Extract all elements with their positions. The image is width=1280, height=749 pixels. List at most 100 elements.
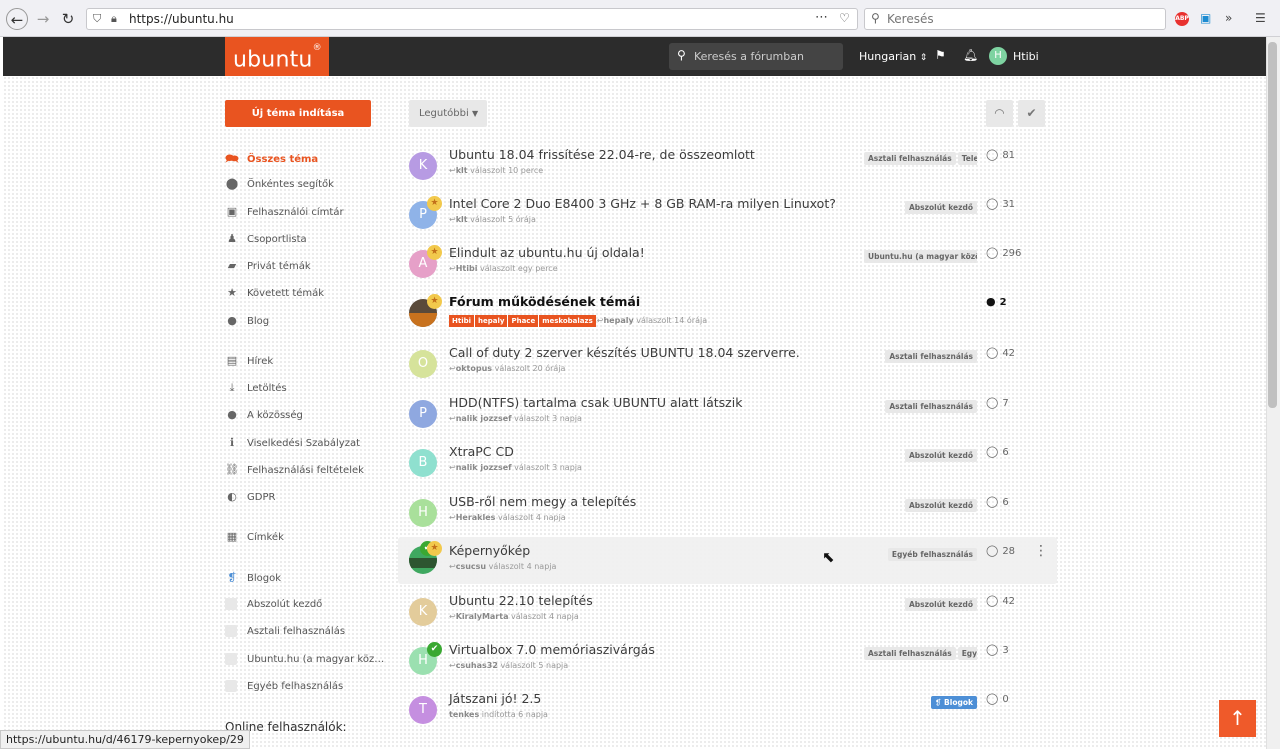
tag-badge[interactable]: Telepít bbox=[957, 152, 977, 165]
topic-title[interactable]: Elindult az ubuntu.hu új oldala! bbox=[449, 245, 645, 260]
adblock-icon[interactable]: ABP bbox=[1175, 12, 1189, 26]
nav-community[interactable]: ● A közösség bbox=[225, 408, 303, 424]
new-topic-button[interactable]: Új téma indítása bbox=[225, 100, 371, 127]
topic-title[interactable]: USB-ről nem megy a telepítés bbox=[449, 494, 636, 509]
overflow-chevron-icon[interactable]: » bbox=[1225, 11, 1232, 25]
topic-row[interactable]: H USB-ről nem megy a telepítés ↩Herakles… bbox=[398, 494, 1057, 540]
topic-title[interactable]: Ubuntu 22.10 telepítés bbox=[449, 593, 593, 608]
nav-groups[interactable]: ♟ Csoportlista bbox=[225, 232, 307, 248]
url-bar[interactable]: ⛉ 🔒︎ https://ubuntu.hu ⋯ ♡ bbox=[86, 8, 858, 30]
topic-user[interactable]: klt bbox=[456, 215, 468, 224]
user-tag[interactable]: meskobalazs bbox=[539, 315, 596, 327]
nav-tag-beginner[interactable]: Abszolút kezdő bbox=[225, 598, 322, 614]
author-avatar[interactable]: K bbox=[409, 152, 437, 180]
author-avatar[interactable]: O bbox=[409, 350, 437, 378]
forum-search-input[interactable]: ⚲ Keresés a fórumban bbox=[669, 43, 843, 70]
nav-tag-other[interactable]: Egyéb felhasználás bbox=[225, 680, 343, 696]
tag-badge[interactable]: Asztali felhasználás bbox=[864, 647, 956, 660]
nav-blogs[interactable]: ❡ Blogok bbox=[225, 571, 281, 587]
nav-blog[interactable]: ● Blog bbox=[225, 314, 269, 330]
author-avatar[interactable]: P bbox=[409, 400, 437, 428]
sort-dropdown[interactable]: Legutóbbi ▼ bbox=[409, 100, 487, 127]
scrollbar-thumb[interactable] bbox=[1268, 42, 1277, 408]
topic-row[interactable]: K Ubuntu 18.04 frissítése 22.04-re, de ö… bbox=[398, 147, 1057, 193]
author-avatar[interactable]: B bbox=[409, 449, 437, 477]
topic-title[interactable]: Képernyőkép bbox=[449, 543, 530, 558]
topic-row[interactable]: ★ Fórum működésének témái Htibi hepaly Pha… bbox=[398, 294, 1057, 340]
topic-user[interactable]: hepaly bbox=[603, 316, 633, 325]
topic-title[interactable]: Intel Core 2 Duo E8400 3 GHz + 8 GB RAM-… bbox=[449, 196, 836, 211]
more-options-icon[interactable]: ⋮ bbox=[1034, 543, 1048, 559]
username[interactable]: Htibi bbox=[1013, 50, 1039, 63]
topic-title[interactable]: Virtualbox 7.0 memóriaszivárgás bbox=[449, 642, 655, 657]
topic-user[interactable]: tenkes bbox=[449, 710, 479, 719]
topic-row[interactable]: P HDD(NTFS) tartalma csak UBUNTU alatt l… bbox=[398, 395, 1057, 441]
topic-title[interactable]: Fórum működésének témái bbox=[449, 294, 640, 309]
back-icon[interactable]: ← bbox=[6, 8, 28, 30]
topic-user[interactable]: nalik jozzsef bbox=[456, 463, 512, 472]
topic-row[interactable]: ✔ ★ Képernyőkép ↩csucsu válaszolt 4 napj… bbox=[398, 537, 1057, 584]
user-tag[interactable]: Phace bbox=[508, 315, 539, 327]
tag-badge[interactable]: Abszolút kezdő bbox=[904, 449, 977, 462]
user-tag[interactable]: hepaly bbox=[475, 315, 508, 327]
topic-user[interactable]: Herakles bbox=[456, 513, 496, 522]
back-to-top-button[interactable]: ↑ bbox=[1219, 700, 1256, 737]
nav-all-topics[interactable]: 🗪︎ Összes téma bbox=[225, 150, 318, 166]
topic-title[interactable]: HDD(NTFS) tartalma csak UBUNTU alatt lát… bbox=[449, 395, 742, 410]
topic-title[interactable]: Call of duty 2 szerver készítés UBUNTU 1… bbox=[449, 345, 800, 360]
nav-gdpr[interactable]: ◐ GDPR bbox=[225, 490, 275, 506]
nav-tags[interactable]: ▦ Címkék bbox=[225, 530, 284, 546]
tag-badge[interactable]: Egyéb f bbox=[957, 647, 977, 660]
tag-badge[interactable]: Egyéb felhasználás bbox=[887, 548, 977, 561]
nav-terms[interactable]: ⛓ Felhasználási feltételek bbox=[225, 463, 364, 479]
user-tag[interactable]: Htibi bbox=[449, 315, 475, 327]
menu-icon[interactable]: ☰ bbox=[1255, 11, 1266, 25]
user-avatar[interactable]: H bbox=[989, 47, 1007, 65]
topic-row[interactable]: O Call of duty 2 szerver készítés UBUNTU… bbox=[398, 345, 1057, 391]
topic-title[interactable]: XtraPC CD bbox=[449, 444, 514, 459]
topic-title[interactable]: Ubuntu 18.04 frissítése 22.04-re, de öss… bbox=[449, 147, 755, 162]
author-avatar[interactable]: H bbox=[409, 499, 437, 527]
forward-icon[interactable]: → bbox=[32, 8, 54, 30]
topic-user[interactable]: oktopus bbox=[456, 364, 492, 373]
author-avatar[interactable]: T bbox=[409, 696, 437, 724]
topic-user[interactable]: KiralyMarta bbox=[456, 612, 509, 621]
topic-user[interactable]: nalik jozzsef bbox=[456, 414, 512, 423]
topic-row[interactable]: H ✔ Virtualbox 7.0 memóriaszivárgás ↩csu… bbox=[398, 642, 1057, 688]
tag-badge[interactable]: Abszolút kezdő bbox=[904, 499, 977, 512]
topic-row[interactable]: B XtraPC CD ↩nalik jozzsef válaszolt 3 n… bbox=[398, 444, 1057, 490]
topic-row[interactable]: K Ubuntu 22.10 telepítés ↩KiralyMarta vá… bbox=[398, 593, 1057, 639]
topic-user[interactable]: csucsu bbox=[456, 562, 486, 571]
reload-icon[interactable]: ↻ bbox=[57, 8, 79, 30]
mark-all-read-button[interactable]: ✔ bbox=[1018, 100, 1045, 127]
tag-badge[interactable]: Ubuntu.hu (a magyar közösség bbox=[864, 250, 977, 263]
nav-download[interactable]: ⤓ Letöltés bbox=[225, 381, 287, 397]
nav-volunteers[interactable]: ⬤ Önkéntes segítők bbox=[225, 177, 334, 193]
rss-button[interactable]: ◠ bbox=[986, 100, 1013, 127]
topic-user[interactable]: klt bbox=[456, 166, 468, 175]
tag-badge[interactable]: Abszolút kezdő bbox=[904, 201, 977, 214]
topic-user[interactable]: Htibi bbox=[456, 264, 478, 273]
tag-badge[interactable]: ❡ Blogok bbox=[931, 696, 977, 709]
topic-user[interactable]: csuhas32 bbox=[456, 661, 498, 670]
tag-badge[interactable]: Abszolút kezdő bbox=[904, 598, 977, 611]
nav-following[interactable]: ★ Követett témák bbox=[225, 286, 324, 302]
topic-row[interactable]: A ★ Elindult az ubuntu.hu új oldala! ↩Ht… bbox=[398, 245, 1057, 291]
topic-row[interactable]: P ★ Intel Core 2 Duo E8400 3 GHz + 8 GB … bbox=[398, 196, 1057, 242]
ubuntu-logo[interactable]: ubuntu® bbox=[225, 37, 329, 76]
flag-icon[interactable]: ⚑ bbox=[935, 48, 946, 62]
topic-title[interactable]: Játszani jó! 2.5 bbox=[449, 691, 541, 706]
nav-tag-desktop[interactable]: Asztali felhasználás bbox=[225, 625, 345, 641]
nav-tag-ubuntuhu[interactable]: Ubuntu.hu (a magyar köz… bbox=[225, 653, 384, 669]
author-avatar[interactable]: K bbox=[409, 598, 437, 626]
browser-search-input[interactable]: ⚲ Keresés bbox=[864, 8, 1166, 30]
save-icon[interactable]: ▣ bbox=[1200, 11, 1211, 25]
pocket-icon[interactable]: ♡ bbox=[839, 11, 850, 25]
topic-row[interactable]: T Játszani jó! 2.5 tenkes indította 6 na… bbox=[398, 691, 1057, 737]
bell-icon[interactable]: 🔔︎ bbox=[963, 48, 978, 62]
nav-private[interactable]: ▰ Privát témák bbox=[225, 259, 311, 275]
tag-badge[interactable]: Asztali felhasználás bbox=[885, 350, 977, 363]
page-actions-icon[interactable]: ⋯ bbox=[815, 10, 828, 25]
tag-badge[interactable]: Asztali felhasználás bbox=[885, 400, 977, 413]
language-selector[interactable]: Hungarian ⇕ bbox=[859, 50, 927, 63]
